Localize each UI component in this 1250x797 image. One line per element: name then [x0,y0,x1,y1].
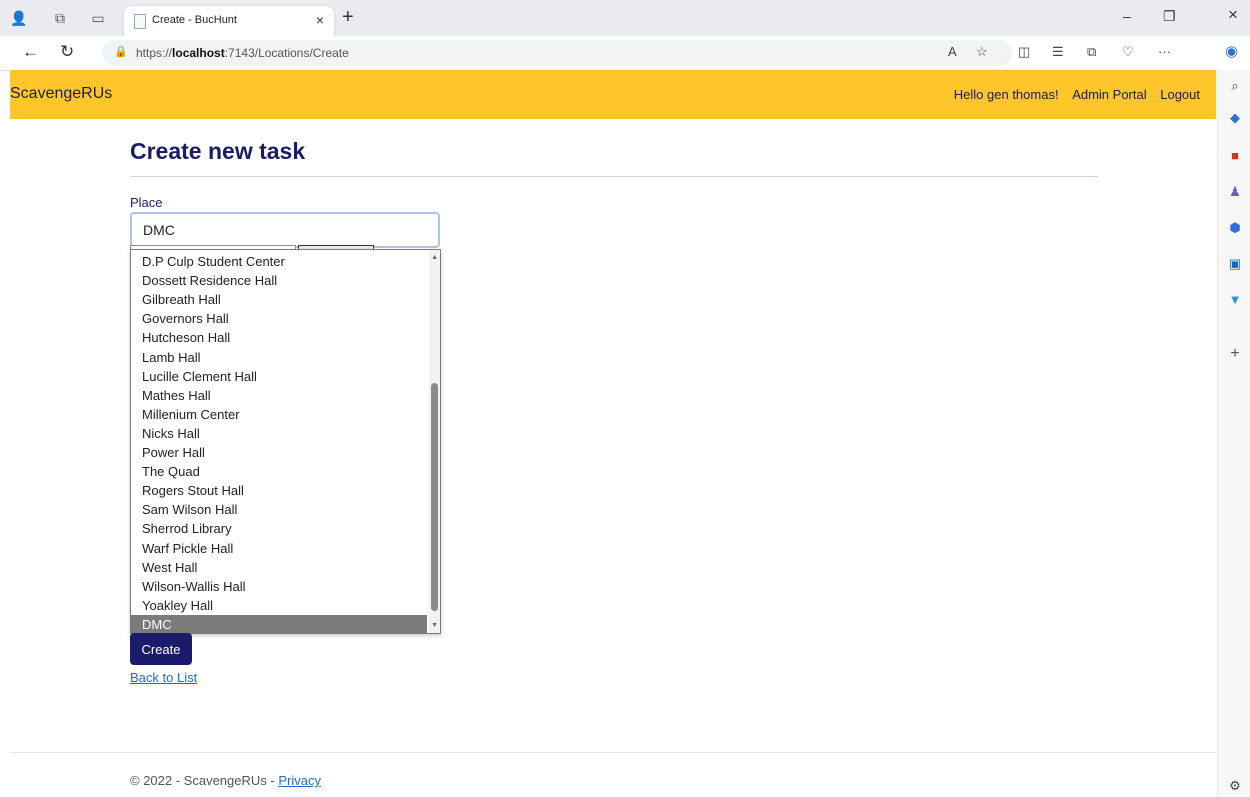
browser-essentials-icon[interactable]: ♡ [1122,44,1134,60]
tab-active[interactable]: Create - BucHunt × [124,6,334,36]
brand-link[interactable]: ScavengeRUs [10,85,112,103]
greeting-link[interactable]: Hello gen thomas! [954,87,1059,102]
dropdown-option[interactable]: Millenium Center [131,405,427,424]
favorites-icon[interactable]: ☰ [1052,44,1064,60]
site-navbar: ScavengeRUs Hello gen thomas! Admin Port… [10,70,1216,119]
dropdown-option[interactable]: D.P Culp Student Center [131,252,427,271]
tools-briefcase-icon[interactable]: ■ [1227,148,1243,164]
place-dropdown-list[interactable]: D.P Culp Student Center Dossett Residence… [130,249,441,634]
dropdown-option[interactable]: The Quad [131,462,427,481]
copilot-icon[interactable]: ◉ [1225,42,1238,60]
admin-portal-link[interactable]: Admin Portal [1072,87,1146,102]
refresh-icon[interactable]: ↻ [60,42,74,62]
dropdown-option[interactable]: Gilbreath Hall [131,290,427,309]
dropdown-option[interactable]: Sam Wilson Hall [131,500,427,519]
sidebar-settings-gear-icon[interactable]: ⚙ [1227,778,1243,794]
page-favicon-icon [134,14,146,29]
place-label: Place [130,195,163,210]
favorite-star-icon[interactable]: ☆ [976,44,988,60]
back-to-list-link[interactable]: Back to List [130,670,197,685]
add-sidebar-app-icon[interactable]: + [1227,346,1243,362]
dropdown-option[interactable]: DMC [131,614,427,633]
shopping-tag-icon[interactable]: ◆ [1227,110,1243,126]
scroll-down-arrow-icon[interactable]: ▼ [431,622,438,629]
address-toolbar: ← ↻ 🔒 https://localhost:7143/Locations/C… [0,36,1250,71]
lock-icon[interactable]: 🔒 [114,45,128,58]
dropdown-option[interactable]: West Hall [131,558,427,577]
dropdown-option[interactable]: Lucille Clement Hall [131,367,427,386]
restore-button[interactable]: ❐ [1163,8,1176,25]
logout-link[interactable]: Logout [1160,87,1200,102]
page-title: Create new task [130,138,306,164]
footer-copyright: © 2022 - ScavengeRUs - [130,773,279,788]
dropdown-option[interactable]: Dossett Residence Hall [131,271,427,290]
search-icon[interactable]: ⌕ [1227,78,1243,94]
outlook-icon[interactable]: ▣ [1227,256,1243,272]
privacy-link[interactable]: Privacy [278,773,321,788]
more-icon[interactable]: ··· [1158,44,1171,59]
games-icon[interactable]: ♟ [1227,184,1243,200]
dropdown-option[interactable]: Yoakley Hall [131,596,427,615]
place-select-value: DMC [143,222,175,238]
minimize-button[interactable]: – [1123,8,1131,24]
back-icon[interactable]: ← [22,42,39,62]
create-button[interactable]: Create [130,633,192,665]
page-viewport: ScavengeRUs Hello gen thomas! Admin Port… [10,70,1216,797]
new-tab-button[interactable]: + [342,6,354,29]
nav-links: Hello gen thomas! Admin Portal Logout [944,87,1200,102]
title-divider [130,176,1098,177]
scroll-up-arrow-icon[interactable]: ▲ [431,254,438,261]
workspaces-icon[interactable]: ⧉ [52,10,68,26]
drop-icon[interactable]: ▼ [1227,292,1243,308]
url-text: https://localhost:7143/Locations/Create [136,46,349,60]
read-aloud-icon[interactable]: A [948,44,957,59]
microsoft365-icon[interactable]: ⬢ [1227,220,1243,236]
dropdown-option[interactable]: Lamb Hall [131,348,427,367]
dropdown-option[interactable]: Warf Pickle Hall [131,539,427,558]
dropdown-scrollbar[interactable]: ▲ ▼ [429,250,440,633]
split-screen-icon[interactable]: ◫ [1018,44,1030,60]
dropdown-option[interactable]: Power Hall [131,443,427,462]
profile-icon[interactable]: 👤 [10,10,27,26]
place-select[interactable]: DMC [130,212,440,248]
tab-actions-icon[interactable]: ▭ [90,10,106,26]
dropdown-option[interactable]: Hutcheson Hall [131,328,427,347]
dropdown-option[interactable]: Sherrod Library [131,519,427,538]
dropdown-option[interactable]: Wilson-Wallis Hall [131,577,427,596]
edge-sidebar: ⌕ ◆ ■ ♟ ⬢ ▣ ▼ + ⚙ [1217,70,1250,797]
tab-title: Create - BucHunt [152,14,237,26]
footer-divider [10,752,1216,753]
close-window-button[interactable]: × [1228,5,1238,25]
dropdown-option[interactable]: Mathes Hall [131,386,427,405]
address-bar[interactable]: 🔒 https://localhost:7143/Locations/Creat… [102,40,1012,66]
scroll-thumb[interactable] [431,383,438,611]
dropdown-option[interactable]: Governors Hall [131,309,427,328]
dropdown-option[interactable]: Rogers Stout Hall [131,481,427,500]
footer: © 2022 - ScavengeRUs - Privacy [130,773,321,788]
collections-icon[interactable]: ⧉ [1087,44,1096,60]
dropdown-option[interactable]: Nicks Hall [131,424,427,443]
browser-titlebar: 👤 ⧉ ▭ Create - BucHunt × + – ❐ × [0,0,1250,36]
tab-close-icon[interactable]: × [316,12,324,28]
